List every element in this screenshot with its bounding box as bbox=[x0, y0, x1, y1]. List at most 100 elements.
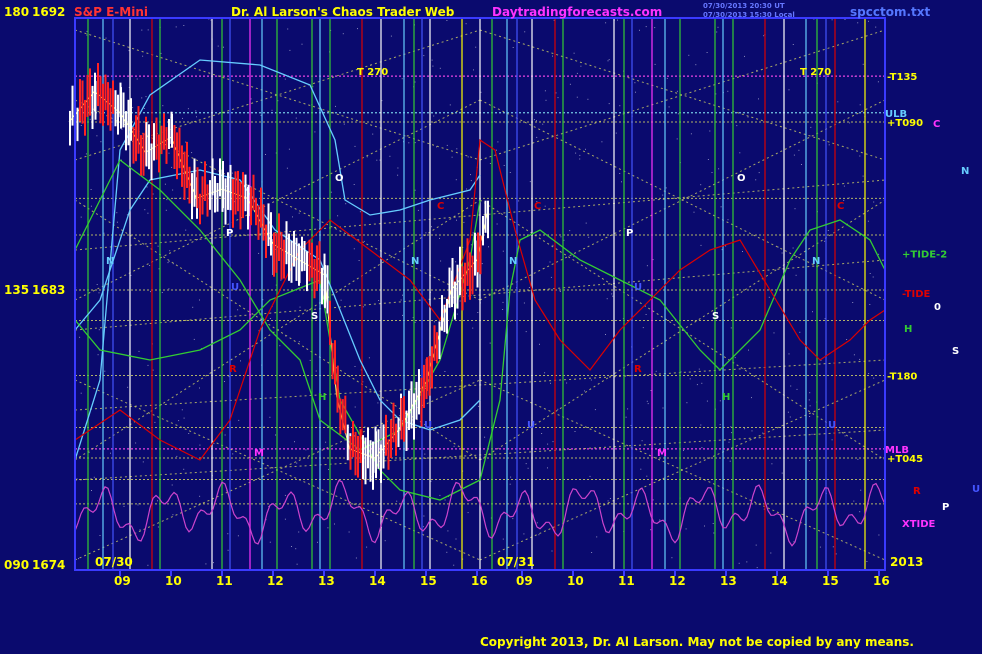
star bbox=[612, 295, 614, 297]
star bbox=[869, 273, 871, 274]
star bbox=[93, 476, 95, 478]
planet-marker: N bbox=[812, 256, 820, 267]
star bbox=[799, 331, 801, 333]
price-bar bbox=[183, 151, 186, 200]
star bbox=[113, 245, 115, 247]
star bbox=[739, 152, 741, 154]
price-bar bbox=[364, 437, 367, 485]
price-bar bbox=[234, 171, 237, 215]
right-level-label: -T135 bbox=[887, 72, 917, 83]
star bbox=[446, 551, 448, 553]
star bbox=[698, 368, 700, 370]
star bbox=[748, 349, 749, 351]
star bbox=[85, 153, 87, 155]
star bbox=[857, 458, 859, 460]
price-bar bbox=[168, 119, 170, 149]
star bbox=[296, 462, 298, 464]
star bbox=[790, 385, 792, 387]
star bbox=[758, 172, 760, 174]
star bbox=[711, 172, 713, 173]
star bbox=[552, 441, 554, 443]
star bbox=[96, 135, 98, 137]
star bbox=[502, 301, 504, 303]
star bbox=[187, 108, 189, 110]
star bbox=[811, 433, 813, 435]
planet-marker: N bbox=[106, 256, 114, 267]
price-bar bbox=[420, 377, 423, 427]
price-bar bbox=[464, 262, 466, 303]
star bbox=[849, 122, 851, 124]
star bbox=[518, 200, 520, 202]
star bbox=[677, 113, 679, 115]
star bbox=[559, 291, 561, 292]
star bbox=[439, 67, 441, 69]
star bbox=[746, 561, 748, 563]
year-label: 2013 bbox=[890, 555, 923, 569]
star bbox=[147, 212, 149, 214]
star bbox=[608, 103, 610, 105]
price-bar bbox=[71, 85, 74, 126]
star bbox=[539, 343, 540, 345]
star bbox=[700, 184, 702, 186]
star bbox=[566, 382, 568, 384]
timestamp-ut: 07/30/2013 20:30 UT bbox=[703, 2, 785, 10]
star bbox=[294, 441, 295, 443]
star bbox=[455, 261, 457, 263]
star bbox=[292, 216, 293, 218]
star bbox=[330, 191, 332, 193]
price-bar bbox=[260, 187, 262, 228]
star bbox=[707, 159, 709, 160]
price-bar bbox=[308, 239, 311, 282]
star bbox=[788, 353, 790, 355]
star bbox=[585, 222, 587, 224]
star bbox=[354, 406, 356, 408]
planet-marker: U bbox=[828, 420, 836, 431]
y-tick-mid-angle: 135 bbox=[4, 283, 29, 297]
star bbox=[372, 133, 374, 135]
price-bar bbox=[239, 181, 242, 230]
star bbox=[335, 105, 336, 107]
price-bar bbox=[306, 251, 308, 292]
star bbox=[183, 25, 185, 26]
star bbox=[755, 179, 757, 181]
star bbox=[366, 156, 368, 158]
star bbox=[176, 455, 178, 457]
price-bar bbox=[471, 255, 474, 295]
star bbox=[80, 216, 82, 218]
star bbox=[231, 172, 233, 174]
star bbox=[157, 526, 159, 528]
star bbox=[654, 27, 656, 29]
star bbox=[191, 152, 193, 154]
star bbox=[224, 434, 226, 436]
star bbox=[725, 245, 727, 247]
star bbox=[621, 181, 622, 183]
star bbox=[544, 372, 546, 374]
star bbox=[601, 141, 603, 143]
star bbox=[852, 302, 854, 303]
price-bar bbox=[196, 167, 199, 209]
star bbox=[557, 97, 559, 99]
price-bar bbox=[275, 233, 278, 273]
star bbox=[529, 181, 531, 183]
star bbox=[295, 548, 297, 550]
price-bar bbox=[214, 176, 216, 213]
star bbox=[695, 64, 697, 66]
price-bar bbox=[163, 113, 165, 150]
star bbox=[146, 186, 148, 188]
star bbox=[509, 483, 511, 485]
star bbox=[873, 377, 875, 379]
star bbox=[573, 52, 575, 54]
planet-marker: U bbox=[634, 282, 642, 293]
star bbox=[449, 104, 451, 106]
star bbox=[689, 378, 691, 380]
price-bar bbox=[375, 431, 377, 479]
star bbox=[550, 276, 552, 278]
star bbox=[172, 189, 174, 191]
star bbox=[166, 199, 168, 201]
right-level-label: +T045 bbox=[887, 454, 923, 465]
star bbox=[148, 428, 150, 429]
star bbox=[287, 28, 289, 30]
star bbox=[477, 312, 479, 313]
star bbox=[773, 332, 775, 334]
star bbox=[453, 445, 455, 447]
